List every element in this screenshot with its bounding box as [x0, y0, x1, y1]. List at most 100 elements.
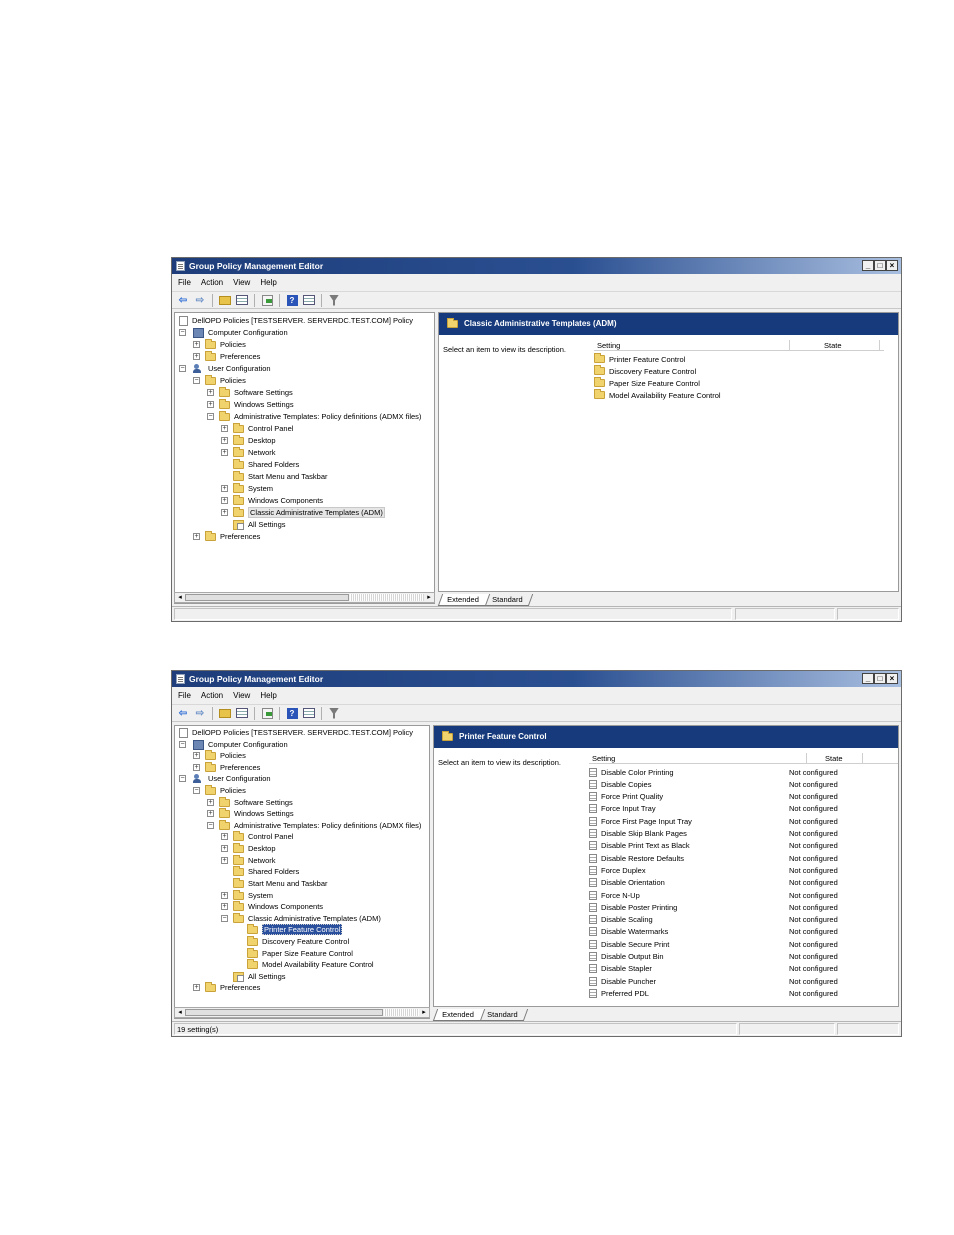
tab-standard[interactable]: Standard	[477, 1009, 529, 1021]
column-state[interactable]: State	[790, 340, 880, 351]
tree-item-user-configuration[interactable]: − User Configuration	[179, 773, 271, 784]
collapse-icon[interactable]: −	[193, 377, 200, 384]
tab-extended[interactable]: Extended	[437, 594, 490, 606]
title-bar[interactable]: Group Policy Management Editor _ □ ×	[172, 258, 901, 274]
tree-item-windows-settings[interactable]: + Windows Settings	[207, 398, 294, 410]
scroll-right-icon[interactable]: ▸	[424, 593, 434, 602]
tree-item-shared-folders[interactable]: Shared Folders	[233, 865, 299, 877]
menu-action[interactable]: Action	[201, 691, 223, 700]
tree-item-start-menu-taskbar[interactable]: Start Menu and Taskbar	[233, 470, 328, 482]
show-hide-console-tree-icon[interactable]	[235, 294, 249, 307]
scrollbar-thumb[interactable]	[185, 1009, 383, 1016]
tree-item-classic-adm[interactable]: − Classic Administrative Templates (ADM)	[221, 912, 381, 924]
up-one-level-icon[interactable]	[218, 707, 232, 720]
setting-row[interactable]: Disable Stapler Not configured	[589, 963, 889, 975]
tree-item-desktop[interactable]: + Desktop	[221, 842, 276, 854]
scroll-left-icon[interactable]: ◂	[175, 593, 185, 602]
up-one-level-icon[interactable]	[218, 294, 232, 307]
tree-item-all-settings[interactable]: All Settings	[233, 971, 286, 982]
menu-view[interactable]: View	[233, 691, 250, 700]
list-item[interactable]: Paper Size Feature Control	[594, 377, 700, 389]
tree-item-policies[interactable]: + Policies	[193, 338, 246, 350]
setting-row[interactable]: Disable Restore Defaults Not configured	[589, 852, 889, 864]
tree-item-administrative-templates[interactable]: − Administrative Templates: Policy defini…	[207, 410, 421, 422]
tree-item-software-settings[interactable]: + Software Settings	[207, 796, 293, 808]
setting-row[interactable]: Force N-Up Not configured	[589, 889, 889, 901]
expand-icon[interactable]: +	[221, 892, 228, 899]
expand-icon[interactable]: +	[193, 764, 200, 771]
expand-icon[interactable]: +	[221, 903, 228, 910]
tree-item-model-availability-feature-control[interactable]: Model Availability Feature Control	[247, 958, 374, 970]
tree-item-classic-adm[interactable]: + Classic Administrative Templates (ADM)	[221, 506, 385, 518]
setting-row[interactable]: Disable Orientation Not configured	[589, 877, 889, 889]
menu-action[interactable]: Action	[201, 278, 223, 287]
tree-item-software-settings[interactable]: + Software Settings	[207, 386, 293, 398]
expand-icon[interactable]: +	[193, 353, 200, 360]
expand-icon[interactable]: +	[221, 845, 228, 852]
tree-item-policies[interactable]: + Policies	[193, 749, 246, 761]
tree-item-policies[interactable]: − Policies	[193, 784, 246, 796]
tree-item-all-settings[interactable]: All Settings	[233, 519, 286, 530]
collapse-icon[interactable]: −	[179, 329, 186, 336]
tree-horizontal-scrollbar[interactable]: ◂ ▸	[174, 592, 435, 603]
setting-row[interactable]: Disable Output Bin Not configured	[589, 951, 889, 963]
help-icon[interactable]: ?	[285, 707, 299, 720]
scroll-left-icon[interactable]: ◂	[175, 1008, 185, 1017]
tree-item-preferences[interactable]: + Preferences	[193, 981, 260, 993]
expand-icon[interactable]: +	[193, 984, 200, 991]
tree-item-windows-components[interactable]: + Windows Components	[221, 900, 323, 912]
tree-item-system[interactable]: + System	[221, 889, 273, 901]
tree-item-policy-root[interactable]: DellOPD Policies [TESTSERVER. SERVERDC.T…	[179, 315, 413, 326]
expand-icon[interactable]: +	[207, 799, 214, 806]
tree-item-printer-feature-control[interactable]: Printer Feature Control	[247, 923, 343, 935]
list-item[interactable]: Discovery Feature Control	[594, 365, 696, 377]
back-arrow-icon[interactable]: ⇦	[176, 294, 190, 307]
expand-icon[interactable]: +	[207, 810, 214, 817]
scrollbar-thumb[interactable]	[185, 594, 349, 601]
tree-item-control-panel[interactable]: + Control Panel	[221, 830, 293, 842]
setting-row[interactable]: Disable Skip Blank Pages Not configured	[589, 828, 889, 840]
tree-item-preferences[interactable]: + Preferences	[193, 530, 260, 542]
tree-item-windows-settings[interactable]: + Windows Settings	[207, 807, 294, 819]
minimize-button[interactable]: _	[862, 260, 874, 271]
minimize-button[interactable]: _	[862, 673, 874, 684]
close-button[interactable]: ×	[886, 260, 898, 271]
tree-horizontal-scrollbar[interactable]: ◂ ▸	[174, 1007, 430, 1018]
menu-file[interactable]: File	[178, 278, 191, 287]
menu-help[interactable]: Help	[260, 691, 276, 700]
back-arrow-icon[interactable]: ⇦	[176, 707, 190, 720]
properties-icon[interactable]	[302, 707, 316, 720]
show-hide-console-tree-icon[interactable]	[235, 707, 249, 720]
close-button[interactable]: ×	[886, 673, 898, 684]
tree-item-network[interactable]: + Network	[221, 446, 276, 458]
tree-item-computer-configuration[interactable]: − Computer Configuration	[179, 327, 288, 338]
expand-icon[interactable]: +	[221, 833, 228, 840]
properties-icon[interactable]	[302, 294, 316, 307]
title-bar[interactable]: Group Policy Management Editor _ □ ×	[172, 671, 901, 687]
setting-row[interactable]: Force First Page Input Tray Not configure…	[589, 815, 889, 827]
collapse-icon[interactable]: −	[221, 915, 228, 922]
expand-icon[interactable]: +	[221, 425, 228, 432]
filter-icon[interactable]	[327, 294, 341, 307]
tab-extended[interactable]: Extended	[432, 1009, 485, 1021]
tree-item-shared-folders[interactable]: Shared Folders	[233, 458, 299, 470]
filter-icon[interactable]	[327, 707, 341, 720]
collapse-icon[interactable]: −	[207, 822, 214, 829]
collapse-icon[interactable]: −	[179, 775, 186, 782]
column-state[interactable]: State	[807, 753, 863, 764]
tree-item-control-panel[interactable]: + Control Panel	[221, 422, 293, 434]
tree-item-policies[interactable]: − Policies	[193, 374, 246, 386]
maximize-button[interactable]: □	[874, 260, 886, 271]
scrollbar-track[interactable]	[350, 594, 424, 601]
expand-icon[interactable]: +	[221, 497, 228, 504]
tree-item-windows-components[interactable]: + Windows Components	[221, 494, 323, 506]
setting-row[interactable]: Disable Scaling Not configured	[589, 914, 889, 926]
collapse-icon[interactable]: −	[179, 365, 186, 372]
expand-icon[interactable]: +	[221, 485, 228, 492]
tree-item-policy-root[interactable]: DellOPD Policies [TESTSERVER. SERVERDC.T…	[179, 727, 413, 738]
help-icon[interactable]: ?	[285, 294, 299, 307]
setting-row[interactable]: Preferred PDL Not configured	[589, 987, 889, 999]
setting-row[interactable]: Disable Copies Not configured	[589, 778, 889, 790]
tree-item-preferences[interactable]: + Preferences	[193, 761, 260, 773]
expand-icon[interactable]: +	[193, 752, 200, 759]
